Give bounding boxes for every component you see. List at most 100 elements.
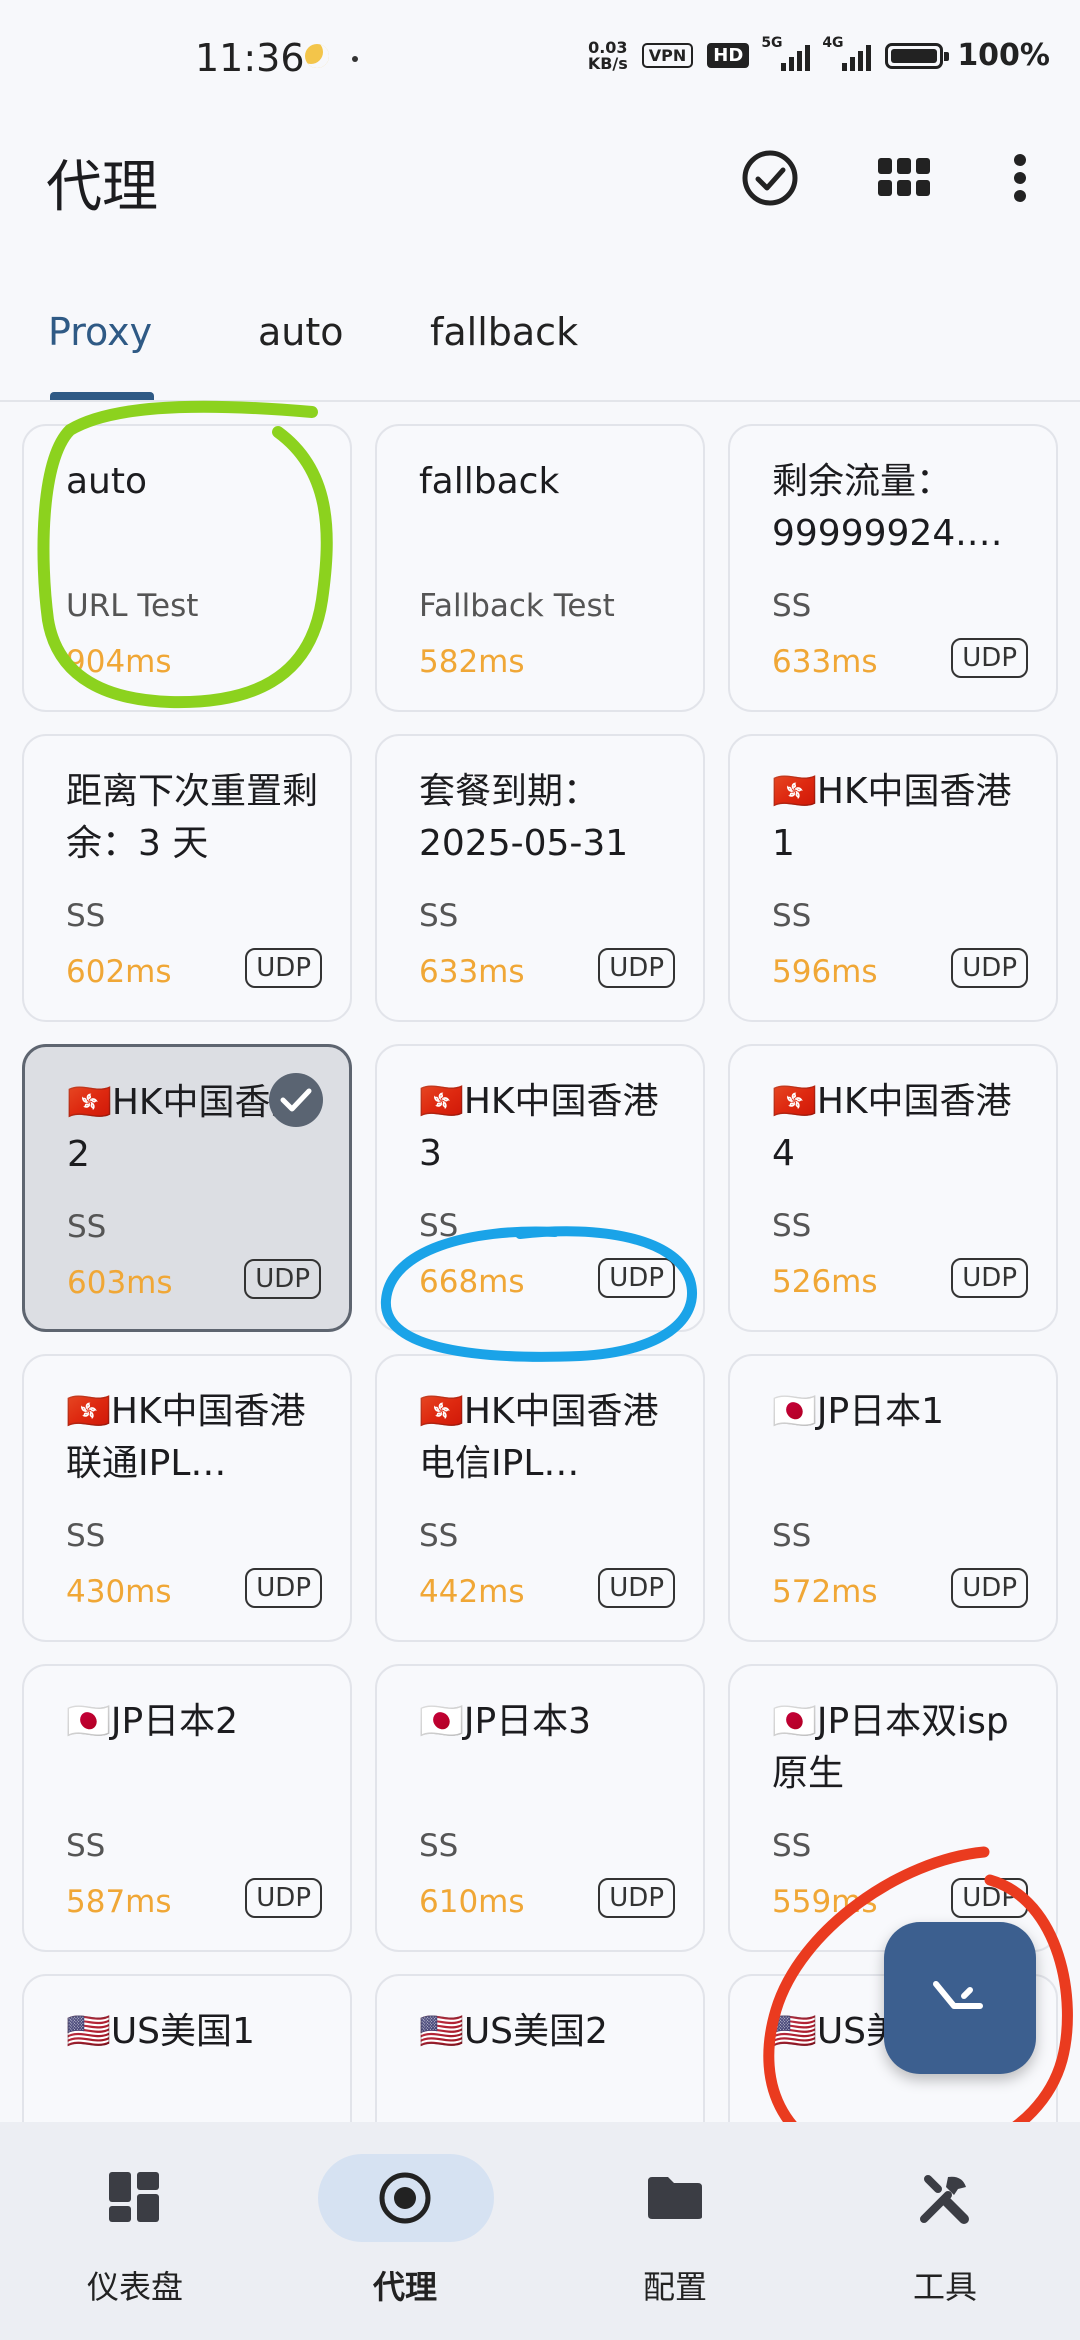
proxy-name: 距离下次重置剩余：3 天 bbox=[66, 771, 319, 864]
proxy-name: 🇺🇸US美国2 bbox=[419, 2011, 608, 2052]
check-circle-icon[interactable] bbox=[738, 146, 802, 210]
nav-proxy[interactable]: 代理 bbox=[270, 2122, 540, 2340]
proxy-type: SS bbox=[419, 898, 459, 934]
tab-auto[interactable]: auto bbox=[258, 310, 344, 354]
proxy-type: SS bbox=[67, 1209, 107, 1245]
proxy-name: 🇭🇰HK中国香港3 bbox=[419, 1081, 659, 1174]
proxy-name: auto bbox=[66, 461, 148, 502]
proxy-name: 套餐到期：2025-05-31 bbox=[419, 771, 629, 864]
nav-tools[interactable]: 工具 bbox=[810, 2122, 1080, 2340]
more-vert-icon[interactable] bbox=[988, 146, 1052, 210]
nav-dashboard[interactable]: 仪表盘 bbox=[0, 2122, 270, 2340]
proxy-type: SS bbox=[772, 1208, 812, 1244]
proxy-type: SS bbox=[66, 1828, 106, 1864]
proxy-type: URL Test bbox=[66, 588, 199, 624]
proxy-name: 🇯🇵JP日本1 bbox=[772, 1391, 945, 1432]
battery-percent: 100% bbox=[957, 38, 1050, 73]
udp-badge: UDP bbox=[598, 1568, 675, 1608]
grid-view-icon[interactable] bbox=[872, 146, 936, 210]
proxy-card[interactable]: 🇭🇰HK中国香港3 SS 668ms UDP bbox=[375, 1044, 705, 1332]
nav-config[interactable]: 配置 bbox=[540, 2122, 810, 2340]
udp-badge: UDP bbox=[951, 1258, 1028, 1298]
proxy-group-tabs: Proxy auto fallback bbox=[0, 290, 1080, 402]
proxy-card[interactable]: auto URL Test 904ms bbox=[22, 424, 352, 712]
vpn-badge: VPN bbox=[641, 43, 694, 68]
proxy-card[interactable]: 🇯🇵JP日本1 SS 572ms UDP bbox=[728, 1354, 1058, 1642]
signal-4g-icon: 4G bbox=[822, 35, 872, 71]
proxy-card[interactable]: 🇯🇵JP日本3 SS 610ms UDP bbox=[375, 1664, 705, 1952]
udp-badge: UDP bbox=[598, 948, 675, 988]
proxy-card[interactable]: 剩余流量：99999924.… SS 633ms UDP bbox=[728, 424, 1058, 712]
proxy-name: 剩余流量：99999924.… bbox=[772, 461, 1003, 554]
proxy-name: fallback bbox=[419, 461, 560, 502]
proxy-type: SS bbox=[419, 1518, 459, 1554]
proxy-name: 🇭🇰HK中国香港4 bbox=[772, 1081, 1012, 1174]
proxy-delay[interactable]: 596ms bbox=[772, 954, 878, 990]
proxy-delay[interactable]: 633ms bbox=[419, 954, 525, 990]
network-speed-test-icon bbox=[933, 1981, 983, 2009]
bottom-navigation: 仪表盘 代理 配置 工具 bbox=[0, 2122, 1080, 2340]
proxy-delay[interactable]: 668ms bbox=[419, 1264, 525, 1300]
tab-fallback[interactable]: fallback bbox=[430, 310, 578, 354]
proxy-card[interactable]: 🇯🇵JP日本双isp原生 SS 559ms UDP bbox=[728, 1664, 1058, 1952]
proxy-type: SS bbox=[772, 1518, 812, 1554]
dashboard-icon bbox=[103, 2166, 167, 2230]
proxy-name: 🇯🇵JP日本3 bbox=[419, 1701, 592, 1742]
proxy-card[interactable]: 套餐到期：2025-05-31 SS 633ms UDP bbox=[375, 734, 705, 1022]
proxy-name: 🇯🇵JP日本2 bbox=[66, 1701, 239, 1742]
proxy-delay[interactable]: 582ms bbox=[419, 644, 525, 680]
hd-badge: HD bbox=[707, 43, 750, 68]
app-bar: 代理 bbox=[0, 120, 1080, 240]
proxy-delay[interactable]: 603ms bbox=[67, 1265, 173, 1301]
udp-badge: UDP bbox=[598, 1878, 675, 1918]
udp-badge: UDP bbox=[598, 1258, 675, 1298]
proxy-delay[interactable]: 442ms bbox=[419, 1574, 525, 1610]
proxy-card[interactable]: 距离下次重置剩余：3 天 SS 602ms UDP bbox=[22, 734, 352, 1022]
proxy-type: SS bbox=[66, 1518, 106, 1554]
proxy-card[interactable]: 🇭🇰HK中国香港1 SS 596ms UDP bbox=[728, 734, 1058, 1022]
tab-proxy[interactable]: Proxy bbox=[48, 310, 152, 354]
proxy-type: SS bbox=[772, 1828, 812, 1864]
proxy-delay[interactable]: 572ms bbox=[772, 1574, 878, 1610]
proxy-delay[interactable]: 610ms bbox=[419, 1884, 525, 1920]
proxy-delay[interactable]: 602ms bbox=[66, 954, 172, 990]
udp-badge: UDP bbox=[244, 1259, 321, 1299]
proxy-name: 🇭🇰HK中国香港 电信IPL… bbox=[419, 1391, 659, 1484]
proxy-type: SS bbox=[66, 898, 106, 934]
udp-badge: UDP bbox=[951, 948, 1028, 988]
status-time: 11:36 bbox=[195, 36, 305, 80]
proxy-card[interactable]: 🇯🇵JP日本2 SS 587ms UDP bbox=[22, 1664, 352, 1952]
proxy-type: SS bbox=[772, 588, 812, 624]
night-mode-icon bbox=[305, 44, 329, 68]
udp-badge: UDP bbox=[951, 1568, 1028, 1608]
proxy-type: SS bbox=[772, 898, 812, 934]
proxy-card[interactable]: 🇭🇰HK中国香港 联通IPL… SS 430ms UDP bbox=[22, 1354, 352, 1642]
proxy-delay[interactable]: 633ms bbox=[772, 644, 878, 680]
proxy-card[interactable]: 🇭🇰HK中国香港 电信IPL… SS 442ms UDP bbox=[375, 1354, 705, 1642]
udp-badge: UDP bbox=[245, 1568, 322, 1608]
udp-badge: UDP bbox=[951, 638, 1028, 678]
proxy-delay[interactable]: 587ms bbox=[66, 1884, 172, 1920]
tools-icon bbox=[913, 2166, 977, 2230]
signal-5g-icon: 5G bbox=[761, 35, 811, 71]
proxy-delay[interactable]: 904ms bbox=[66, 644, 172, 680]
proxy-delay[interactable]: 526ms bbox=[772, 1264, 878, 1300]
proxy-card[interactable]: 🇭🇰HK中国香港2 SS 603ms UDP bbox=[22, 1044, 352, 1332]
proxy-type: SS bbox=[419, 1208, 459, 1244]
tab-indicator bbox=[50, 392, 154, 400]
radio-target-icon bbox=[373, 2166, 437, 2230]
proxy-name: 🇯🇵JP日本双isp原生 bbox=[772, 1701, 1009, 1794]
proxy-type: Fallback Test bbox=[419, 588, 615, 624]
proxy-card[interactable]: fallback Fallback Test 582ms bbox=[375, 424, 705, 712]
proxy-name: 🇭🇰HK中国香港 联通IPL… bbox=[66, 1391, 306, 1484]
proxy-delay[interactable]: 430ms bbox=[66, 1574, 172, 1610]
speed-test-fab[interactable] bbox=[884, 1922, 1036, 2074]
folder-icon bbox=[643, 2166, 707, 2230]
proxy-card[interactable]: 🇭🇰HK中国香港4 SS 526ms UDP bbox=[728, 1044, 1058, 1332]
notification-dot-icon bbox=[352, 56, 358, 62]
battery-icon bbox=[885, 42, 950, 69]
udp-badge: UDP bbox=[245, 948, 322, 988]
page-title: 代理 bbox=[46, 155, 158, 220]
udp-badge: UDP bbox=[951, 1878, 1028, 1918]
proxy-delay[interactable]: 559ms bbox=[772, 1884, 878, 1920]
